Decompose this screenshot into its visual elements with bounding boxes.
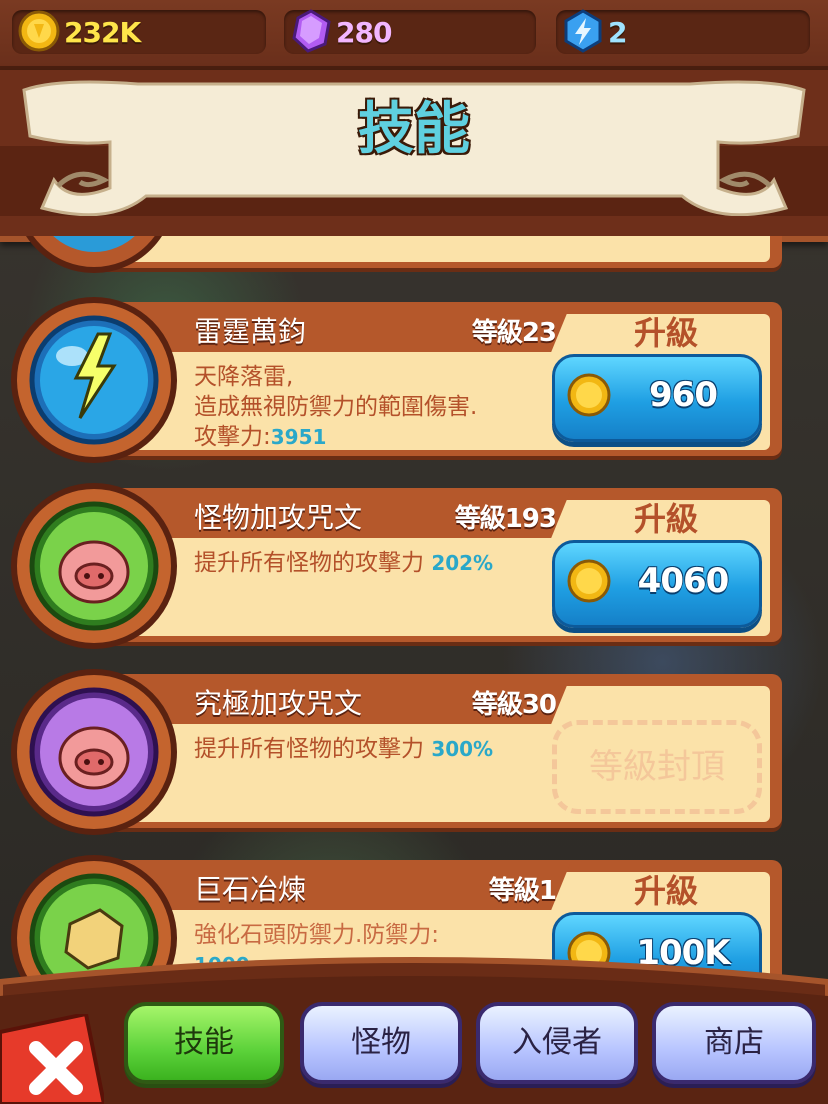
list-item-partial: [10, 236, 784, 276]
upgrade-label: 升級: [633, 314, 698, 352]
pig-purple-skill-icon: [11, 669, 177, 835]
close-button[interactable]: [0, 1014, 104, 1104]
gem-amount: 280: [336, 16, 392, 49]
gold-coin-icon: [567, 559, 611, 603]
skill-description: 提升所有怪物的攻擊力 300%: [194, 736, 494, 762]
thunder-skill-icon: [11, 297, 177, 463]
skill-card-thunder: 雷霆萬鈞 等級23 天降落雷, 造成無視防禦力的範圍傷害. 攻擊力:3951 升…: [10, 296, 784, 464]
energy-amount: 2: [608, 16, 628, 49]
skill-level: 等級1: [488, 876, 557, 906]
tab-invaders[interactable]: 入侵者: [476, 1002, 638, 1084]
skill-stat-value: 3951: [270, 425, 327, 449]
gold-amount: 232K: [64, 16, 141, 49]
pig-green-skill-icon: [11, 483, 177, 649]
skill-card-attack-spell: 怪物加攻咒文 等級193 提升所有怪物的攻擊力 202% 升級 4060: [10, 482, 784, 650]
upgrade-button[interactable]: 4060: [552, 540, 762, 628]
upgrade-cost: 960: [649, 375, 718, 415]
skill-name: 究極加攻咒文: [194, 687, 363, 720]
gem-counter: 280: [284, 9, 536, 54]
upgrade-cost: 4060: [637, 561, 730, 601]
energy-counter: 2: [556, 9, 810, 54]
skill-name: 巨石冶煉: [194, 873, 307, 906]
skill-stat-value: 300%: [431, 737, 494, 761]
upgrade-label: 升級: [633, 872, 698, 910]
gold-counter: 232K: [12, 10, 266, 54]
lightning-hex-icon: [564, 9, 602, 53]
currency-bar: 232K 280 2: [0, 0, 828, 70]
bottom-nav: 技能 怪物 入侵者 商店: [0, 952, 828, 1104]
skill-stat-value: 202%: [431, 551, 494, 575]
skill-list[interactable]: 雷霆萬鈞 等級23 天降落雷, 造成無視防禦力的範圍傷害. 攻擊力:3951 升…: [0, 236, 828, 996]
tab-skills[interactable]: 技能: [124, 1002, 284, 1084]
skill-level: 等級23: [471, 318, 557, 348]
skill-name: 雷霆萬鈞: [194, 315, 307, 348]
upgrade-button[interactable]: 960: [552, 354, 762, 442]
skill-description: 提升所有怪物的攻擊力 202%: [194, 550, 494, 576]
purple-gem-icon: [292, 9, 331, 53]
gold-coin-icon: [18, 10, 60, 52]
skill-level: 等級193: [454, 504, 557, 534]
tab-monsters[interactable]: 怪物: [300, 1002, 462, 1084]
max-level-badge: 等級封頂: [552, 720, 762, 814]
gold-coin-icon: [567, 373, 611, 417]
skill-description: 天降落雷, 造成無視防禦力的範圍傷害. 攻擊力:3951: [194, 364, 478, 450]
upgrade-label: 升級: [633, 500, 698, 538]
title-header: 技能: [0, 70, 828, 242]
tab-shop[interactable]: 商店: [652, 1002, 816, 1084]
skill-level: 等級30: [471, 690, 557, 720]
page-title: 技能: [358, 97, 470, 162]
skill-name: 怪物加攻咒文: [194, 501, 363, 534]
skill-card-ultimate-spell: 究極加攻咒文 等級30 提升所有怪物的攻擊力 300% 等級封頂: [10, 668, 784, 836]
